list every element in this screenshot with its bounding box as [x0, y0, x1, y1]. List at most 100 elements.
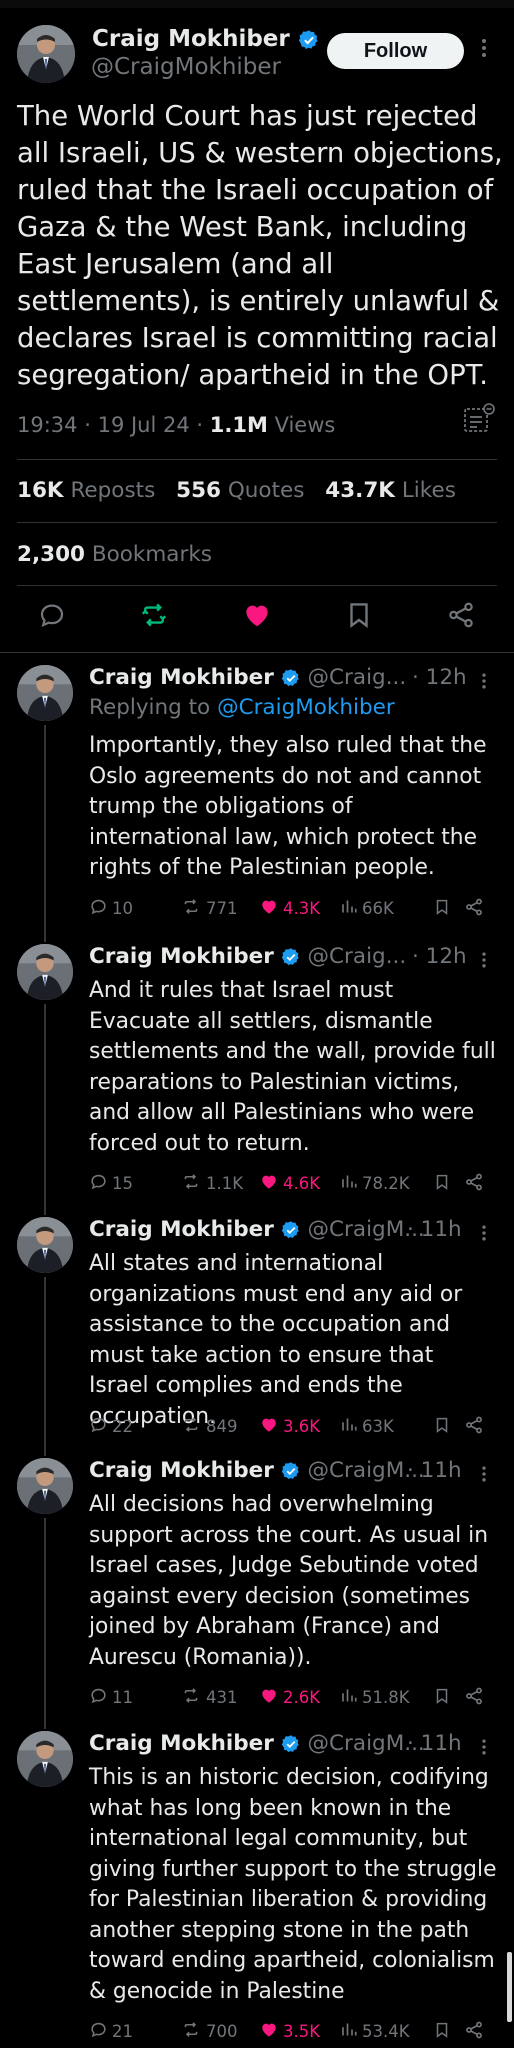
avatar-image: [17, 25, 75, 83]
author-name[interactable]: Craig Mokhiber: [92, 26, 290, 52]
reply-time[interactable]: · 12h: [412, 944, 467, 969]
reply-time[interactable]: · 11h: [407, 1458, 462, 1483]
reply-text: Importantly, they also ruled that the Os…: [89, 733, 487, 880]
reply-icon: [89, 2020, 108, 2043]
reply-icon: [89, 897, 108, 920]
scrollbar[interactable]: [507, 1952, 512, 2022]
more-options-icon[interactable]: [478, 950, 490, 974]
author-name[interactable]: Craig Mokhiber: [89, 1217, 274, 1242]
tweet-time[interactable]: 19:34: [17, 413, 78, 437]
tweet-action-bar: [0, 600, 514, 640]
likes-stat[interactable]: 43.7K Likes: [325, 478, 456, 503]
like-count: 4.6K: [283, 1174, 321, 1193]
reply-time[interactable]: · 12h: [412, 665, 467, 690]
bookmark-icon[interactable]: [433, 897, 451, 917]
share-icon[interactable]: [464, 897, 484, 917]
like-count: 2.6K: [283, 1688, 321, 1707]
avatar[interactable]: [17, 1217, 73, 1273]
quotes-label: Quotes: [227, 478, 305, 503]
like-button[interactable]: 3.6K: [259, 1415, 320, 1438]
share-icon[interactable]: [464, 1172, 484, 1192]
views-button[interactable]: 66K: [340, 897, 394, 920]
divider: [17, 522, 497, 523]
reposts-stat[interactable]: 16K Reposts: [17, 478, 155, 503]
thread-line: [44, 1004, 46, 1215]
avatar[interactable]: [17, 665, 73, 721]
likes-label: Likes: [401, 478, 456, 503]
reply-header: Craig Mokhiber @Craig... · 12h: [89, 665, 467, 690]
reply-button[interactable]: 22: [89, 1415, 133, 1438]
share-icon[interactable]: [446, 600, 476, 634]
views-button[interactable]: 63K: [340, 1415, 394, 1438]
like-icon[interactable]: [241, 600, 273, 634]
avatar[interactable]: [17, 25, 75, 83]
reply-button[interactable]: 10: [89, 897, 133, 920]
repost-count: 1.1K: [206, 1174, 244, 1193]
author-name[interactable]: Craig Mokhiber: [89, 1731, 274, 1756]
repost-button[interactable]: 431: [180, 1686, 238, 1709]
share-icon[interactable]: [464, 2020, 484, 2040]
reply-button[interactable]: 11: [89, 1686, 133, 1709]
verified-badge-icon: [281, 1462, 299, 1480]
author-handle[interactable]: @CraigMokhiber: [91, 54, 281, 80]
author-handle[interactable]: @Craig...: [308, 665, 407, 690]
thread-line: [44, 1277, 46, 1456]
more-options-icon[interactable]: [478, 36, 490, 64]
more-options-icon[interactable]: [478, 671, 490, 695]
more-options-icon[interactable]: [478, 1464, 490, 1488]
like-button[interactable]: 3.5K: [259, 2020, 320, 2043]
reply-count: 10: [112, 899, 133, 918]
verified-badge-icon: [281, 948, 299, 966]
repost-button[interactable]: 771: [180, 897, 238, 920]
share-icon[interactable]: [464, 1686, 484, 1706]
reply-icon: [89, 1686, 108, 1709]
author-name-row[interactable]: Craig Mokhiber: [92, 26, 320, 52]
reply-icon: [89, 1415, 108, 1438]
views-button[interactable]: 51.8K: [340, 1686, 410, 1709]
engagement-stats: 16K Reposts 556 Quotes 43.7K Likes: [17, 478, 470, 503]
tweet-text: The World Court has just rejected all Is…: [17, 100, 503, 391]
replying-to-link[interactable]: @CraigMokhiber: [217, 695, 395, 720]
views-button[interactable]: 78.2K: [340, 1172, 410, 1195]
thread-line: [44, 725, 46, 942]
reply-icon[interactable]: [37, 600, 67, 634]
author-name[interactable]: Craig Mokhiber: [89, 665, 274, 690]
more-options-icon[interactable]: [478, 1223, 490, 1247]
divider: [17, 459, 497, 460]
bookmark-icon[interactable]: [433, 1415, 451, 1435]
author-name[interactable]: Craig Mokhiber: [89, 944, 274, 969]
like-button[interactable]: 4.6K: [259, 1172, 320, 1195]
like-button[interactable]: 2.6K: [259, 1686, 320, 1709]
avatar[interactable]: [17, 1458, 73, 1514]
author-name[interactable]: Craig Mokhiber: [89, 1458, 274, 1483]
tweet-date[interactable]: 19 Jul 24: [98, 413, 190, 437]
bookmark-icon[interactable]: [433, 1686, 451, 1706]
repost-button[interactable]: 1.1K: [180, 1172, 243, 1195]
repost-button[interactable]: 700: [180, 2020, 238, 2043]
views-button[interactable]: 53.4K: [340, 2020, 410, 2043]
reply-button[interactable]: 21: [89, 2020, 133, 2043]
avatar[interactable]: [17, 1731, 73, 1787]
share-icon[interactable]: [464, 1415, 484, 1435]
analytics-icon[interactable]: [463, 403, 497, 437]
more-options-icon[interactable]: [478, 1737, 490, 1761]
reply-button[interactable]: 15: [89, 1172, 133, 1195]
reply-time[interactable]: · 11h: [407, 1731, 462, 1756]
reply-text: This is an historic decision, codifying …: [89, 1765, 497, 2004]
reply-count: 15: [112, 1174, 133, 1193]
avatar[interactable]: [17, 944, 73, 1000]
like-count: 3.5K: [283, 2022, 321, 2041]
repost-button[interactable]: 849: [180, 1415, 238, 1438]
repost-icon: [180, 1415, 202, 1438]
bookmarks-stat[interactable]: 2,300 Bookmarks: [17, 542, 212, 567]
bookmark-icon[interactable]: [344, 600, 374, 634]
like-button[interactable]: 4.3K: [259, 897, 320, 920]
bookmark-icon[interactable]: [433, 1172, 451, 1192]
author-handle[interactable]: @Craig...: [308, 944, 407, 969]
likes-count: 43.7K: [325, 478, 395, 503]
bookmark-icon[interactable]: [433, 2020, 451, 2040]
reply-time[interactable]: · 11h: [407, 1217, 462, 1242]
repost-icon[interactable]: [138, 600, 170, 634]
follow-button[interactable]: Follow: [327, 33, 464, 69]
quotes-stat[interactable]: 556 Quotes: [176, 478, 304, 503]
